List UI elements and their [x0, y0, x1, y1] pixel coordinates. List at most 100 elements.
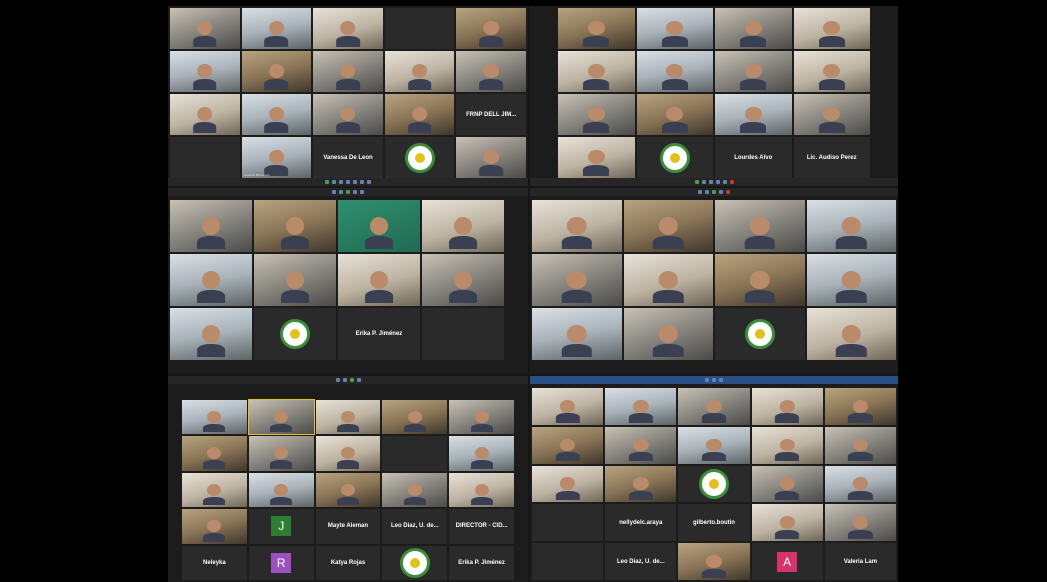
participant-figure: [561, 216, 593, 250]
participant-figure: [270, 483, 293, 506]
camera-icon[interactable]: [332, 180, 336, 184]
participant-video: [182, 400, 247, 435]
participant-figure: [365, 216, 393, 250]
participant-video: [623, 254, 713, 306]
avatar: J: [271, 516, 292, 537]
participant-figure: [701, 554, 727, 578]
participant-figure: [561, 324, 593, 358]
record-icon[interactable]: [360, 180, 364, 184]
close-icon[interactable]: [726, 190, 730, 194]
participant-name: DIRECTOR - CID...: [455, 523, 508, 530]
participant-figure: [661, 21, 688, 47]
mic-icon[interactable]: [325, 180, 329, 184]
participant-figure: [583, 21, 610, 47]
participant-name-tile: Lourdes Alvo: [715, 137, 792, 178]
participant-name-tile: Mayte Aleman: [315, 509, 381, 544]
meeting-toolbar: [530, 178, 898, 186]
participant-figure: [336, 21, 360, 47]
participant-video: [241, 94, 312, 135]
participant-video: [456, 8, 526, 49]
university-logo-icon: [698, 468, 729, 499]
participant-name-tile: Vanessa De Leon: [313, 137, 383, 178]
participant-figure: [848, 399, 873, 423]
window-title-bar: [530, 376, 898, 384]
participant-figure: [661, 64, 688, 90]
participant-figure: [744, 216, 776, 250]
participant-figure: [628, 438, 654, 462]
participant-video: [715, 200, 805, 252]
participant-video: [751, 465, 823, 503]
participant-name-tile: Leo Diaz, U. de...: [382, 509, 448, 544]
participant-figure: [197, 270, 225, 304]
share-icon[interactable]: [722, 180, 727, 184]
participant-video: [558, 137, 635, 178]
video-grid: Lourdes Alvo Lic. Audiso Perez: [558, 8, 870, 178]
app-icon: [346, 190, 350, 194]
gallery-panel-top-left: FRNP DELL JIM... Analucia Barraneco Vane…: [168, 6, 528, 186]
participant-avatar-tile: R: [248, 545, 314, 580]
participant-name: nellydelc.araya: [619, 519, 663, 526]
participant-video: [806, 308, 896, 360]
participant-video: [170, 8, 240, 49]
participant-figure: [661, 107, 688, 133]
participant-video: [678, 426, 750, 464]
participant-figure: [818, 107, 845, 133]
participant-video: [623, 308, 713, 360]
chat-icon[interactable]: [346, 180, 350, 184]
participant-video: [170, 51, 240, 92]
participant-video: [824, 426, 896, 464]
participant-figure: [836, 270, 867, 304]
chat-icon[interactable]: [715, 180, 720, 184]
participant-video: [384, 8, 455, 49]
app-icon: [349, 378, 354, 382]
participant-video: [806, 254, 896, 306]
participant-figure: [192, 21, 217, 47]
participant-figure: [336, 447, 360, 470]
participant-figure: [192, 64, 217, 90]
share-icon[interactable]: [353, 180, 357, 184]
app-icon: [342, 378, 347, 382]
participant-figure: [775, 516, 800, 539]
participant-figure: [203, 520, 226, 542]
video-grid: [532, 200, 896, 360]
participant-figure: [403, 483, 426, 506]
participant-name-tile: gilberto.boutin: [678, 504, 750, 542]
mic-icon[interactable]: [694, 180, 699, 184]
participant-figure: [479, 21, 503, 47]
window-title-bar: [168, 376, 528, 384]
participant-video: [182, 472, 247, 508]
participant-logo-tile: [636, 137, 713, 178]
participant-figure: [740, 21, 767, 47]
window-title-bar: [168, 188, 528, 196]
participant-figure: [270, 411, 293, 433]
participant-video: [241, 8, 312, 49]
end-call-icon[interactable]: [729, 180, 734, 184]
participant-video: [170, 254, 252, 306]
reactions-icon[interactable]: [367, 180, 371, 184]
participant-figure: [583, 150, 610, 176]
participant-video: [558, 8, 635, 49]
participant-video: [715, 254, 805, 306]
participant-name: Leo Diaz, U. de...: [616, 558, 665, 565]
participant-figure: [264, 21, 289, 47]
participant-figure: [701, 438, 727, 462]
video-grid: Erika P. Jiménez: [170, 200, 504, 360]
participant-name: Vanessa De Leon: [323, 154, 373, 161]
participant-name: Lourdes Alvo: [734, 154, 773, 161]
participants-icon[interactable]: [339, 180, 343, 184]
participant-video: [382, 400, 448, 435]
camera-icon[interactable]: [701, 180, 706, 184]
participants-icon[interactable]: [708, 180, 713, 184]
participant-figure: [264, 107, 289, 133]
participant-video: [715, 8, 792, 49]
meeting-collage: FRNP DELL JIM... Analucia Barraneco Vane…: [168, 6, 898, 582]
video-grid: J Mayte Aleman Leo Diaz, U. de... DIRECT…: [182, 398, 514, 580]
participant-name: Valeria Lam: [843, 558, 878, 565]
participant-video: [558, 51, 635, 92]
participant-figure: [848, 516, 873, 539]
app-icon: [705, 190, 709, 194]
participant-video: [170, 308, 252, 360]
participant-name-tile: Erika P. Jiménez: [449, 545, 514, 580]
participant-figure: [203, 447, 226, 470]
participant-video: [532, 465, 604, 503]
